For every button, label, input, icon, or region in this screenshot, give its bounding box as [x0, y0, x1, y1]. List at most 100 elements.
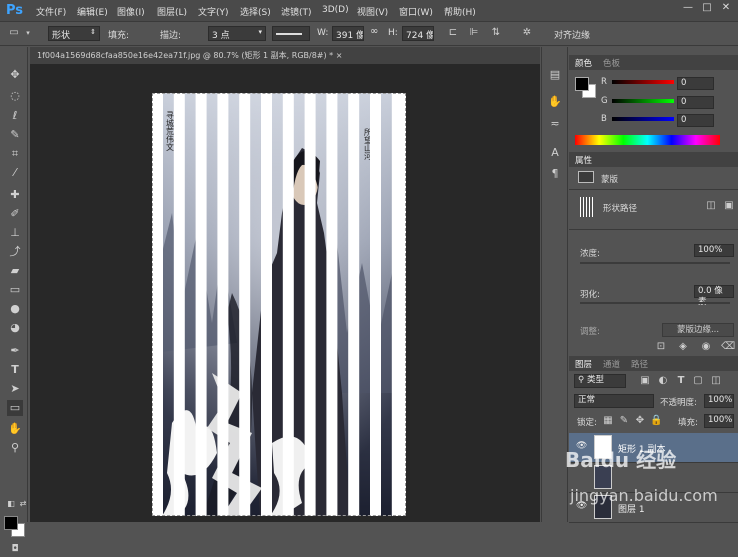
swap-colors-icon[interactable]: ⇄: [15, 496, 31, 512]
tab-properties[interactable]: 属性: [575, 154, 592, 166]
mask-edge-button[interactable]: 蒙版边缘...: [662, 323, 734, 337]
pixel-layer-filter-icon[interactable]: ▣: [639, 375, 651, 387]
tab-layers[interactable]: 图层: [575, 358, 592, 370]
density-slider[interactable]: [580, 262, 730, 264]
add-mask-icon[interactable]: ▣: [723, 200, 735, 212]
zoom-tool-icon[interactable]: ⚲: [7, 440, 23, 456]
color-spectrum-bar[interactable]: [575, 135, 720, 145]
menu-file[interactable]: 文件(F): [36, 5, 66, 18]
stroke-type-select[interactable]: [272, 26, 310, 41]
close-tab-icon[interactable]: ×: [336, 51, 343, 60]
apply-mask-icon[interactable]: ◈: [677, 341, 689, 353]
menu-filter[interactable]: 滤镜(T): [281, 5, 312, 18]
color-panel-foreground[interactable]: [575, 77, 589, 91]
r-value-field[interactable]: 0: [677, 77, 714, 90]
menu-help[interactable]: 帮助(H): [444, 5, 476, 18]
maximize-button[interactable]: □: [699, 2, 715, 16]
r-slider[interactable]: [612, 80, 674, 84]
feather-field[interactable]: 0.0 像素: [694, 285, 734, 307]
delete-mask-icon[interactable]: ⌫: [721, 341, 735, 353]
adjustment-layer-filter-icon[interactable]: ◐: [657, 375, 669, 387]
gear-icon[interactable]: ✲: [521, 27, 533, 39]
menu-layer[interactable]: 图层(L): [157, 5, 187, 18]
brush-tool-icon[interactable]: ✐: [7, 206, 23, 222]
eyedropper-tool-icon[interactable]: ⁄: [7, 165, 23, 181]
selection-from-mask-icon[interactable]: ⊡: [655, 341, 667, 353]
healing-brush-tool-icon[interactable]: ✚: [7, 187, 23, 203]
dodge-tool-icon[interactable]: ◕: [7, 320, 23, 336]
load-selection-icon[interactable]: ◫: [705, 200, 717, 212]
smart-object-filter-icon[interactable]: ◫: [710, 375, 722, 387]
close-window-button[interactable]: ✕: [718, 2, 734, 16]
document-tab[interactable]: 1f004a1569d68cfaa850e16e42ea71f.jpg @ 80…: [37, 50, 342, 61]
feather-slider[interactable]: [580, 302, 730, 304]
document-canvas[interactable]: 寻城荒伟文 所望山河: [152, 93, 406, 516]
menu-edit[interactable]: 编辑(E): [77, 5, 108, 18]
eye-icon[interactable]: ◉: [700, 341, 712, 353]
blend-mode-select[interactable]: 正常: [574, 394, 654, 408]
eraser-tool-icon[interactable]: ▰: [7, 263, 23, 279]
history-panel-icon[interactable]: ▤: [548, 68, 562, 82]
g-slider[interactable]: [612, 99, 674, 103]
pen-tool-icon[interactable]: ✒: [7, 343, 23, 359]
path-arrangement-icon[interactable]: ⇅: [490, 27, 502, 39]
shape-layer-filter-icon[interactable]: ▢: [692, 375, 704, 387]
height-label: H:: [388, 28, 398, 38]
adjustments-panel-icon[interactable]: ≂: [548, 117, 562, 131]
tab-paths[interactable]: 路径: [631, 358, 648, 370]
layer-filter-select[interactable]: ⚲ 类型: [574, 374, 626, 388]
path-selection-tool-icon[interactable]: ➤: [7, 381, 23, 397]
lasso-tool-icon[interactable]: ℓ: [7, 108, 23, 124]
lock-pixels-icon[interactable]: ✎: [618, 415, 630, 427]
minimize-button[interactable]: —: [680, 2, 696, 16]
height-field[interactable]: 724 像: [402, 26, 434, 41]
lock-transparency-icon[interactable]: ▦: [602, 415, 614, 427]
tool-preset-chevron-icon[interactable]: ▾: [22, 27, 34, 39]
paragraph-panel-icon[interactable]: ¶: [548, 167, 562, 181]
menu-view[interactable]: 视图(V): [357, 5, 388, 18]
density-field[interactable]: 100%: [694, 244, 734, 257]
link-icon[interactable]: ∞: [370, 26, 378, 37]
clone-stamp-tool-icon[interactable]: ⊥: [7, 225, 23, 241]
stroke-width-field[interactable]: 3 点 ▾: [208, 26, 266, 41]
mask-icon[interactable]: [578, 171, 594, 183]
character-panel-icon[interactable]: A: [548, 146, 562, 160]
blur-tool-icon[interactable]: ●: [7, 301, 23, 317]
shape-mode-select[interactable]: 形状 ⇕: [48, 26, 100, 41]
menu-3d[interactable]: 3D(D): [322, 5, 349, 15]
tab-channels[interactable]: 通道: [603, 358, 620, 370]
history-brush-tool-icon[interactable]: ⤴: [7, 244, 23, 260]
rectangle-shape-tool-icon[interactable]: ▭: [7, 400, 23, 416]
g-value-field[interactable]: 0: [677, 96, 714, 109]
actions-panel-icon[interactable]: ✋: [548, 95, 562, 109]
tab-swatches[interactable]: 色板: [603, 57, 620, 69]
chevron-down-icon: ⇕: [90, 28, 96, 36]
type-tool-icon[interactable]: T: [7, 362, 23, 378]
lock-position-icon[interactable]: ✥: [634, 415, 646, 427]
adjust-label: 调整:: [580, 327, 600, 337]
rectangle-tool-icon[interactable]: ▭: [8, 27, 20, 39]
menu-image[interactable]: 图像(I): [117, 5, 145, 18]
tab-color[interactable]: 颜色: [575, 57, 592, 69]
marquee-tool-icon[interactable]: ◌: [7, 88, 23, 104]
lock-label: 锁定:: [577, 418, 597, 428]
b-slider[interactable]: [612, 117, 674, 121]
lock-all-icon[interactable]: 🔒: [650, 415, 662, 427]
path-operations-icon[interactable]: ⊏: [447, 27, 459, 39]
fill-field[interactable]: 100%: [704, 414, 734, 428]
move-tool-icon[interactable]: ✥: [7, 67, 23, 83]
b-value-field[interactable]: 0: [677, 114, 714, 127]
type-layer-filter-icon[interactable]: T: [675, 375, 687, 387]
menu-select[interactable]: 选择(S): [240, 5, 271, 18]
quick-selection-tool-icon[interactable]: ✎: [7, 127, 23, 143]
foreground-color-swatch[interactable]: [4, 516, 18, 530]
path-alignment-icon[interactable]: ⊫: [468, 27, 480, 39]
gradient-tool-icon[interactable]: ▭: [7, 282, 23, 298]
width-field[interactable]: 391 像: [332, 26, 364, 41]
hand-tool-icon[interactable]: ✋: [7, 421, 23, 437]
menu-type[interactable]: 文字(Y): [198, 5, 229, 18]
menu-window[interactable]: 窗口(W): [399, 5, 433, 18]
crop-tool-icon[interactable]: ⌗: [7, 146, 23, 162]
quick-mask-icon[interactable]: ◘: [7, 541, 23, 557]
opacity-field[interactable]: 100%: [704, 394, 734, 408]
